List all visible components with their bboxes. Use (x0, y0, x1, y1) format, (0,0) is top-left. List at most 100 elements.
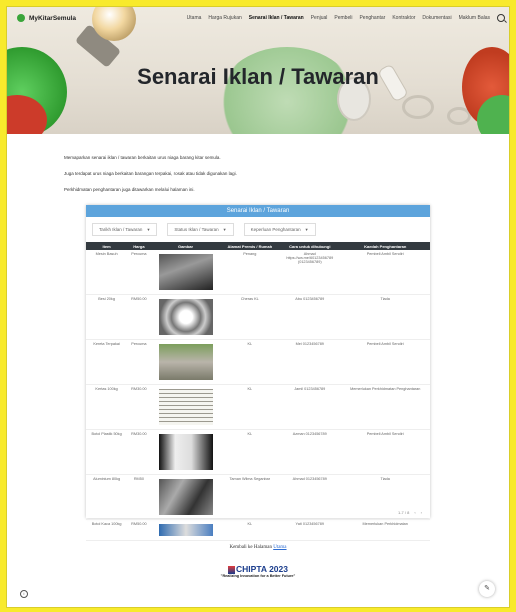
filter-label: Tarikh Iklan / Tawaran (99, 227, 143, 232)
table-cell: Tiada (340, 294, 430, 340)
table-cell: Botol Plastik 50kg (86, 429, 128, 475)
listings-card-title: Senarai Iklan / Tawaran (86, 205, 430, 217)
table-cell: KL (220, 429, 280, 475)
brand-name: MyKitarSemula (29, 14, 76, 22)
table-row: Mesin Basuh Percuma Penang Ahmad https://wa.… (86, 250, 430, 295)
table-cell: Taman Wilma Seganbar (220, 474, 280, 520)
paper-stack-photo (158, 389, 213, 425)
nav-item[interactable]: Pembeli (334, 15, 352, 21)
info-icon[interactable]: i (20, 590, 28, 598)
column-header[interactable]: Gambar (150, 242, 221, 250)
next-page-icon[interactable]: › (421, 510, 422, 515)
item-photo-cell (150, 339, 221, 385)
table-cell: Besi 20kg (86, 294, 128, 340)
table-cell: Kereta Terpakai (86, 339, 128, 385)
site-logo[interactable]: MyKitarSemula (17, 14, 76, 22)
column-header[interactable]: Alamat Premis / Rumah (220, 242, 280, 250)
top-navigation: MyKitarSemula Utama Harga Rujukan Senarai … (7, 7, 509, 29)
nav-item[interactable]: Harga Rujukan (208, 15, 241, 21)
table-cell: Botol Kaca 100kg (86, 519, 128, 541)
page-title: Senarai Iklan / Tawaran (137, 64, 379, 89)
table-cell: Abu 0123456789 (279, 294, 341, 340)
table-cell: Jamil 0123456789 (279, 384, 341, 430)
intro-paragraph: Perkhidmatan penghantaran juga ditawarka… (64, 187, 195, 192)
item-photo-cell (150, 474, 221, 520)
intro-paragraph: Juga terdapat urus niaga berkaitan baran… (64, 171, 237, 176)
hero-banner: MyKitarSemula Utama Harga Rujukan Senarai … (7, 7, 509, 134)
nav-item[interactable]: Senarai Iklan / Tawaran (249, 15, 304, 21)
table-row: Aluminium 80kg RM50 Taman Wilma Seganbar Ah… (86, 474, 430, 520)
item-photo-cell (150, 294, 221, 340)
filter-label: Status Iklan / Tawaran (174, 227, 219, 232)
logo-icon (17, 14, 25, 22)
table-cell: KL (220, 384, 280, 430)
column-header[interactable]: Cara untuk dihubungi (279, 242, 341, 250)
chevron-down-icon: ▼ (146, 227, 151, 232)
table-row: Besi 20kg RM50.00 Cheras KL Abu 0123456789 T… (86, 294, 430, 340)
intro-paragraph: Memaparkan senarai iklan / tawaran berka… (64, 155, 221, 160)
filter-status-dropdown[interactable]: Status Iklan / Tawaran ▼ (167, 223, 234, 236)
column-header[interactable]: Kaedah Penghantaran (340, 242, 430, 250)
chevron-down-icon: ▼ (304, 227, 309, 232)
search-icon[interactable] (497, 14, 505, 22)
chipta-logo: CHIPTA 2023 (7, 564, 509, 574)
filter-bar: Tarikh Iklan / Tawaran ▼ Status Iklan / T… (86, 217, 430, 242)
listings-card: Senarai Iklan / Tawaran Tarikh Iklan / T… (86, 205, 430, 541)
table-cell: RM50 (127, 474, 151, 520)
table-cell: KL (220, 339, 280, 385)
table-cell: Ahmad https://wa.me/60123456789 (012345678… (279, 250, 341, 295)
aluminium-scrap-photo (158, 479, 213, 515)
nav-item[interactable]: Kontraktor (392, 15, 415, 21)
table-row: Kertas 100kg RM30.00 KL Jamil 0123456789 Mem… (86, 384, 430, 430)
item-photo-cell (150, 384, 221, 430)
table-cell: RM30.00 (127, 429, 151, 475)
page-frame: MyKitarSemula Utama Harga Rujukan Senarai … (6, 6, 510, 608)
table-cell: Memerlukan Perkhidmatan Penghantaran (340, 384, 430, 430)
nav-menu: Utama Harga Rujukan Senarai Iklan / Tawara… (187, 14, 505, 22)
pagination-range: 1-7 / 8 (397, 510, 410, 515)
item-photo-cell (150, 250, 221, 295)
table-cell: Pembeli Ambil Sendiri (340, 339, 430, 385)
back-to-home: Kembali ke Halaman Utama (7, 545, 509, 550)
nav-item[interactable]: Maklum Balas (459, 15, 490, 21)
table-cell: Yati 0123456789 (279, 519, 341, 541)
chipta-logo-block: CHIPTA 2023 "Realizing Innovation for a … (7, 564, 509, 579)
table-cell: Cheras KL (220, 294, 280, 340)
hero-decoration (402, 95, 434, 119)
table-header-row: Item Harga Gambar Alamat Premis / Rumah Cara… (86, 242, 430, 250)
table-cell: Aluminium 80kg (86, 474, 128, 520)
table-cell: RM50.00 (127, 294, 151, 340)
table-row: Kereta Terpakai Percuma KL Mei 0123456789 Pe… (86, 339, 430, 385)
table-row: Botol Plastik 50kg RM30.00 KL Azman 0123456… (86, 429, 430, 475)
column-header[interactable]: Harga (127, 242, 151, 250)
column-header[interactable]: Item (86, 242, 128, 250)
table-cell: Mei 0123456789 (279, 339, 341, 385)
steel-wire-photo (158, 299, 213, 335)
home-link[interactable]: Utama (273, 545, 286, 550)
filter-delivery-dropdown[interactable]: Keperluan Penghantaran ▼ (243, 223, 316, 236)
table-cell: RM30.00 (127, 384, 151, 430)
chipta-tagline: "Realizing Innovation for a Better Futur… (220, 574, 296, 578)
used-car-photo (158, 344, 213, 380)
prev-page-icon[interactable]: ‹ (414, 510, 415, 515)
table-cell: Percuma (127, 339, 151, 385)
nav-item[interactable]: Penjual (311, 15, 328, 21)
glass-bottles-photo (158, 524, 213, 536)
washing-machine-photo (158, 254, 213, 290)
item-photo-cell (150, 429, 221, 475)
table-cell: KL (220, 519, 280, 541)
chevron-down-icon: ▼ (222, 227, 227, 232)
table-cell: Pembeli Ambil Sendiri (340, 429, 430, 475)
back-text: Kembali ke Halaman (229, 545, 272, 550)
filter-date-dropdown[interactable]: Tarikh Iklan / Tawaran ▼ (92, 223, 158, 236)
filter-label: Keperluan Penghantaran (250, 227, 301, 232)
nav-item[interactable]: Utama (187, 15, 202, 21)
table-row: Botol Kaca 100kg RM50.00 KL Yati 0123456789… (86, 519, 430, 541)
listings-table: Item Harga Gambar Alamat Premis / Rumah Cara… (86, 242, 430, 541)
nav-item[interactable]: Penghantar (359, 15, 385, 21)
table-cell: Penang (220, 250, 280, 295)
table-cell: Kertas 100kg (86, 384, 128, 430)
table-cell: RM50.00 (127, 519, 151, 541)
nav-item[interactable]: Dokumentasi (422, 15, 451, 21)
edit-pencil-button[interactable]: ✎ (479, 581, 495, 597)
